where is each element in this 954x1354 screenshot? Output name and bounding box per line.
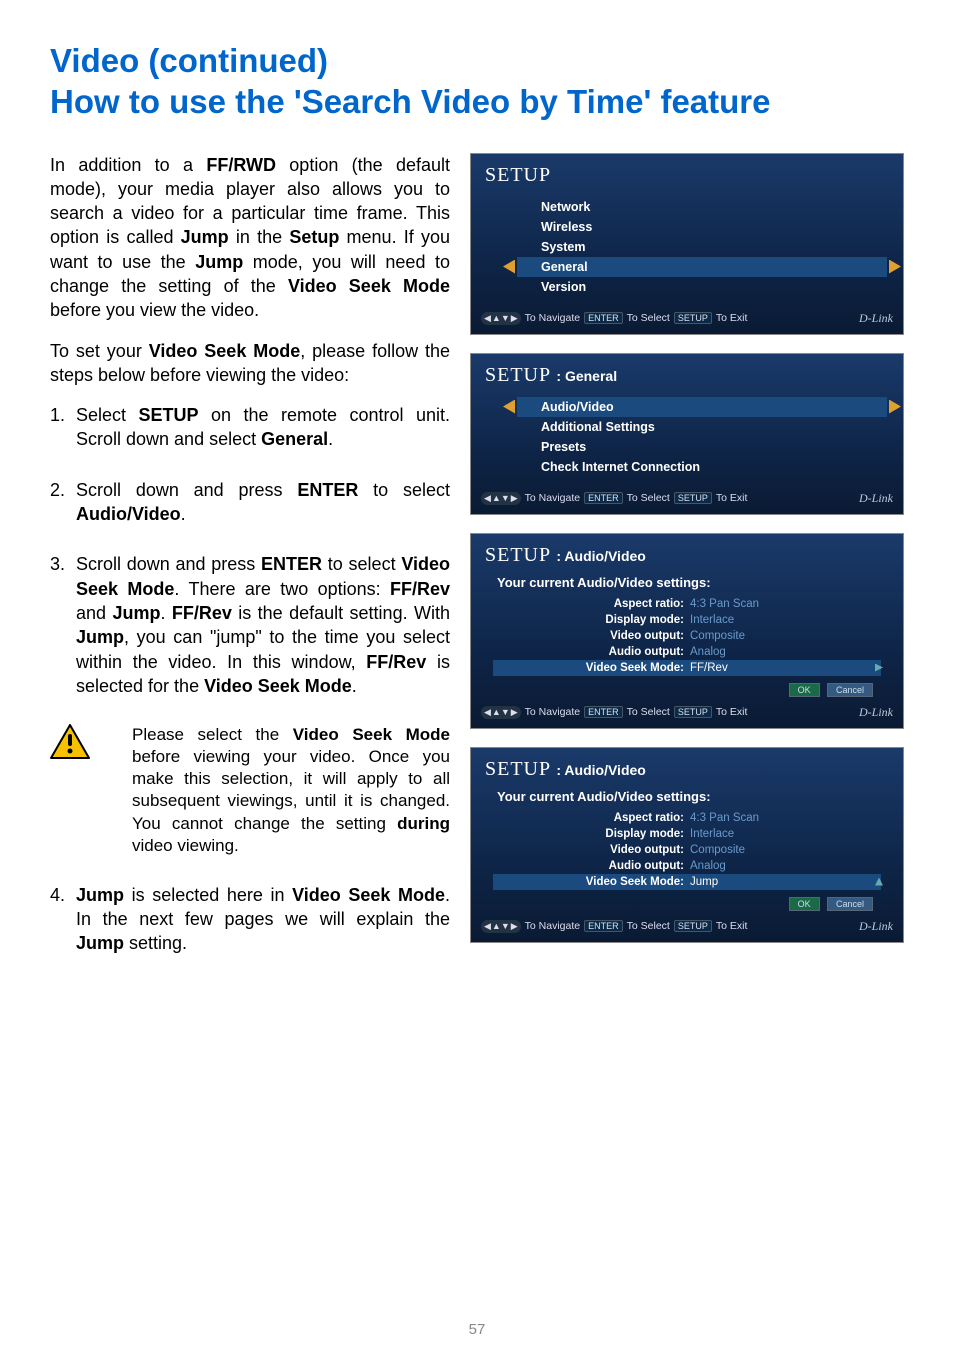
menu-item[interactable]: System	[541, 237, 863, 257]
setup-audiovideo-ffrev-screenshot: SETUP : Audio/Video Your current Audio/V…	[470, 533, 904, 729]
setup-key-icon: SETUP	[674, 312, 712, 324]
warning-note: Please select the Video Seek Mode before…	[50, 724, 450, 857]
nav-arrows-icon: ◀▲▼▶	[481, 492, 521, 505]
nav-arrows-icon: ◀▲▼▶	[481, 920, 521, 933]
ok-button[interactable]: OK	[789, 897, 820, 911]
instruction-column: In addition to a FF/RWD option (the defa…	[50, 153, 450, 982]
cancel-button[interactable]: Cancel	[827, 897, 873, 911]
setup-general-screenshot: SETUP : General Audio/VideoAdditional Se…	[470, 353, 904, 515]
setting-row[interactable]: Video Seek Mode:Jump	[493, 874, 881, 890]
menu-item[interactable]: Additional Settings	[541, 417, 863, 437]
setting-row: Video output:Composite	[501, 628, 873, 644]
page-number: 57	[0, 1321, 954, 1338]
setup-title: SETUP	[471, 154, 903, 193]
brand-label: D-Link	[859, 311, 893, 326]
menu-item[interactable]: Presets	[541, 437, 863, 457]
menu-item[interactable]: Network	[541, 197, 863, 217]
intro-paragraph: In addition to a FF/RWD option (the defa…	[50, 153, 450, 323]
step-4: 4. Jump is selected here in Video Seek M…	[50, 883, 450, 956]
screenshot-column: SETUP NetworkWirelessSystemGeneralVersio…	[470, 153, 904, 982]
warning-icon	[50, 724, 90, 760]
page-title: Video (continued) How to use the 'Search…	[50, 40, 904, 123]
setup-audiovideo-jump-screenshot: SETUP : Audio/Video Your current Audio/V…	[470, 747, 904, 943]
lead-paragraph: To set your Video Seek Mode, please foll…	[50, 339, 450, 388]
enter-key-icon: ENTER	[584, 312, 623, 324]
step-1: 1. Select SETUP on the remote control un…	[50, 403, 450, 452]
setting-row: Display mode:Interlace	[501, 826, 873, 842]
setting-row: Display mode:Interlace	[501, 612, 873, 628]
cancel-button[interactable]: Cancel	[827, 683, 873, 697]
settings-heading: Your current Audio/Video settings:	[471, 573, 903, 596]
menu-item[interactable]: Check Internet Connection	[541, 457, 863, 477]
setting-row[interactable]: Video Seek Mode:FF/Rev	[493, 660, 881, 676]
nav-arrows-icon: ◀▲▼▶	[481, 312, 521, 325]
ok-button[interactable]: OK	[789, 683, 820, 697]
menu-item[interactable]: Version	[541, 277, 863, 297]
step-3: 3. Scroll down and press ENTER to select…	[50, 552, 450, 698]
menu-item[interactable]: General	[517, 257, 887, 277]
settings-heading: Your current Audio/Video settings:	[471, 787, 903, 810]
menu-item[interactable]: Audio/Video	[517, 397, 887, 417]
nav-arrows-icon: ◀▲▼▶	[481, 706, 521, 719]
step-2: 2. Scroll down and press ENTER to select…	[50, 478, 450, 527]
setting-row: Audio output:Analog	[501, 644, 873, 660]
setup-main-screenshot: SETUP NetworkWirelessSystemGeneralVersio…	[470, 153, 904, 335]
menu-item[interactable]: Wireless	[541, 217, 863, 237]
screenshot-footer: ◀▲▼▶ To Navigate ENTER To Select SETUP T…	[471, 307, 903, 328]
setting-row: Aspect ratio:4:3 Pan Scan	[501, 596, 873, 612]
setting-row: Aspect ratio:4:3 Pan Scan	[501, 810, 873, 826]
setting-row: Video output:Composite	[501, 842, 873, 858]
setting-row: Audio output:Analog	[501, 858, 873, 874]
